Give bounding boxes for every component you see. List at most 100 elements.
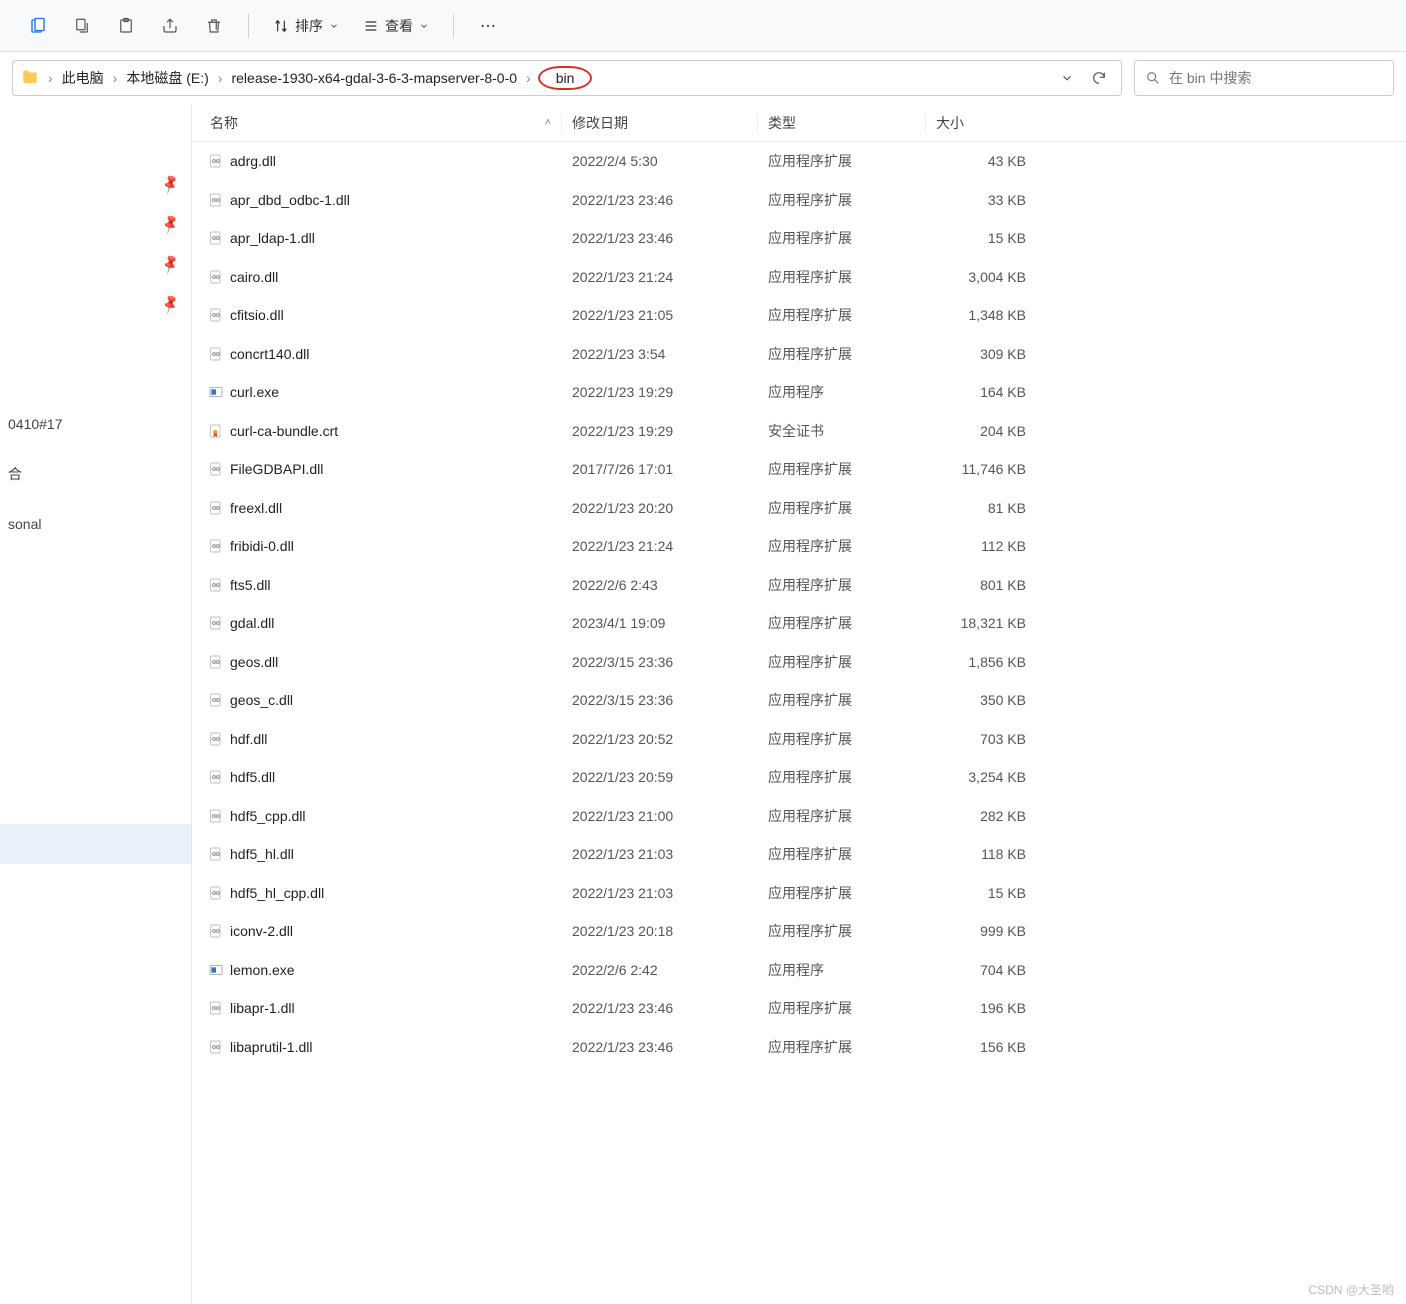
column-header-date[interactable]: 修改日期 [562,113,758,133]
file-row[interactable]: geos.dll2022/3/15 23:36应用程序扩展1,856 KB [192,643,1406,682]
file-row[interactable]: cairo.dll2022/1/23 21:24应用程序扩展3,004 KB [192,258,1406,297]
file-row[interactable]: apr_dbd_odbc-1.dll2022/1/23 23:46应用程序扩展3… [192,181,1406,220]
file-size: 15 KB [926,885,1036,901]
file-size: 43 KB [926,153,1036,169]
file-list[interactable]: adrg.dll2022/2/4 5:30应用程序扩展43 KBapr_dbd_… [192,142,1406,1304]
file-date: 2022/1/23 21:03 [562,885,758,901]
file-row[interactable]: hdf5_hl_cpp.dll2022/1/23 21:03应用程序扩展15 K… [192,874,1406,913]
breadcrumb[interactable]: › 此电脑 › 本地磁盘 (E:) › release-1930-x64-gda… [12,60,1122,96]
sidebar-item[interactable]: 合 [0,454,191,494]
file-row[interactable]: fts5.dll2022/2/6 2:43应用程序扩展801 KB [192,566,1406,605]
share-icon[interactable] [152,8,188,44]
file-size: 309 KB [926,346,1036,362]
file-date: 2022/1/23 21:24 [562,538,758,554]
folder-icon [21,68,39,89]
file-type: 应用程序扩展 [758,498,926,518]
column-header-size[interactable]: 大小 [926,113,1046,133]
sidebar-item[interactable]: 📌 [0,244,191,284]
file-name: hdf5_cpp.dll [230,808,562,824]
file-icon [206,153,226,169]
file-row[interactable]: cfitsio.dll2022/1/23 21:05应用程序扩展1,348 KB [192,296,1406,335]
pin-icon: 📌 [158,252,182,275]
breadcrumb-seg-current[interactable]: bin [554,70,577,86]
file-row[interactable]: concrt140.dll2022/1/23 3:54应用程序扩展309 KB [192,335,1406,374]
search-icon [1145,70,1161,86]
file-name: lemon.exe [230,962,562,978]
file-row[interactable]: lemon.exe2022/2/6 2:42应用程序704 KB [192,951,1406,990]
search-input[interactable] [1169,70,1383,86]
column-header-type[interactable]: 类型 [758,113,926,133]
file-row[interactable]: adrg.dll2022/2/4 5:30应用程序扩展43 KB [192,142,1406,181]
paste-icon[interactable] [108,8,144,44]
file-type: 应用程序扩展 [758,998,926,1018]
file-size: 196 KB [926,1000,1036,1016]
file-name: libaprutil-1.dll [230,1039,562,1055]
file-type: 应用程序扩展 [758,575,926,595]
file-row[interactable]: FileGDBAPI.dll2017/7/26 17:01应用程序扩展11,74… [192,450,1406,489]
file-row[interactable]: geos_c.dll2022/3/15 23:36应用程序扩展350 KB [192,681,1406,720]
file-size: 18,321 KB [926,615,1036,631]
file-type: 应用程序扩展 [758,613,926,633]
copy-icon[interactable] [64,8,100,44]
sidebar-item[interactable]: 📌 [0,204,191,244]
file-size: 3,004 KB [926,269,1036,285]
new-tab-icon[interactable] [20,8,56,44]
file-type: 应用程序扩展 [758,690,926,710]
file-date: 2022/1/23 23:46 [562,1000,758,1016]
file-row[interactable]: freexl.dll2022/1/23 20:20应用程序扩展81 KB [192,489,1406,528]
file-type: 安全证书 [758,421,926,441]
file-date: 2022/2/6 2:43 [562,577,758,593]
sidebar: 📌 📌 📌 📌 0410#17 合 sonal [0,104,192,1304]
file-row[interactable]: fribidi-0.dll2022/1/23 21:24应用程序扩展112 KB [192,527,1406,566]
file-date: 2022/1/23 21:05 [562,307,758,323]
refresh-icon[interactable] [1085,70,1113,86]
file-name: curl-ca-bundle.crt [230,423,562,439]
file-type: 应用程序扩展 [758,883,926,903]
view-button[interactable]: 查看 [355,8,437,44]
sidebar-item[interactable]: sonal [0,504,191,544]
file-row[interactable]: hdf5_hl.dll2022/1/23 21:03应用程序扩展118 KB [192,835,1406,874]
pin-icon: 📌 [158,292,182,315]
sort-button[interactable]: 排序 [265,8,347,44]
column-header-name[interactable]: 名称 ˄ [206,113,562,133]
file-type: 应用程序扩展 [758,767,926,787]
file-row[interactable]: iconv-2.dll2022/1/23 20:18应用程序扩展999 KB [192,912,1406,951]
history-dropdown-icon[interactable] [1053,71,1081,85]
file-size: 204 KB [926,423,1036,439]
file-row[interactable]: libaprutil-1.dll2022/1/23 23:46应用程序扩展156… [192,1028,1406,1067]
file-row[interactable]: hdf.dll2022/1/23 20:52应用程序扩展703 KB [192,720,1406,759]
file-size: 350 KB [926,692,1036,708]
file-row[interactable]: libapr-1.dll2022/1/23 23:46应用程序扩展196 KB [192,989,1406,1028]
sidebar-item-selected[interactable] [0,824,191,864]
file-date: 2022/1/23 20:59 [562,769,758,785]
file-name: FileGDBAPI.dll [230,461,562,477]
list-icon [363,18,379,34]
file-size: 156 KB [926,1039,1036,1055]
file-size: 112 KB [926,538,1036,554]
file-date: 2022/1/23 21:03 [562,846,758,862]
file-row[interactable]: apr_ldap-1.dll2022/1/23 23:46应用程序扩展15 KB [192,219,1406,258]
file-row[interactable]: hdf5_cpp.dll2022/1/23 21:00应用程序扩展282 KB [192,797,1406,836]
file-icon [206,808,226,824]
more-icon[interactable] [470,8,506,44]
file-type: 应用程序扩展 [758,844,926,864]
file-row[interactable]: gdal.dll2023/4/1 19:09应用程序扩展18,321 KB [192,604,1406,643]
search-bar[interactable] [1134,60,1394,96]
file-row[interactable]: curl.exe2022/1/23 19:29应用程序164 KB [192,373,1406,412]
breadcrumb-seg[interactable]: 本地磁盘 (E:) [124,68,210,88]
file-row[interactable]: curl-ca-bundle.crt2022/1/23 19:29安全证书204… [192,412,1406,451]
delete-icon[interactable] [196,8,232,44]
file-row[interactable]: hdf5.dll2022/1/23 20:59应用程序扩展3,254 KB [192,758,1406,797]
file-date: 2022/3/15 23:36 [562,654,758,670]
file-icon [206,423,226,439]
file-icon [206,615,226,631]
breadcrumb-seg[interactable]: release-1930-x64-gdal-3-6-3-mapserver-8-… [229,70,519,86]
sidebar-item[interactable]: 📌 [0,164,191,204]
pin-icon: 📌 [158,172,182,195]
sidebar-item[interactable]: 📌 [0,284,191,324]
sidebar-item[interactable]: 0410#17 [0,404,191,444]
file-date: 2022/2/6 2:42 [562,962,758,978]
watermark: CSDN @大圣哟 [1308,1281,1394,1298]
file-name: fribidi-0.dll [230,538,562,554]
breadcrumb-seg[interactable]: 此电脑 [60,68,106,88]
